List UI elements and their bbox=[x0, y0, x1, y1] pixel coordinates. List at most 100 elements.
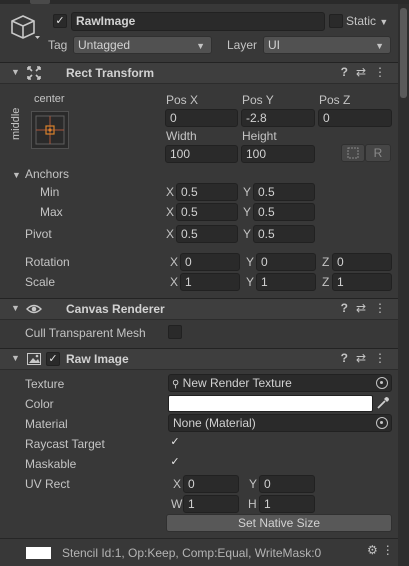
checkmark-icon: ✓ bbox=[55, 15, 65, 27]
chevron-down-icon: ▼ bbox=[196, 41, 205, 51]
anchor-max-x-field[interactable]: 0.5 bbox=[176, 203, 238, 221]
pivot-x-axis: X bbox=[166, 227, 175, 241]
width-field[interactable]: 100 bbox=[165, 145, 238, 163]
uv-w-axis: W bbox=[171, 497, 183, 511]
pivot-y-field[interactable]: 0.5 bbox=[253, 225, 315, 243]
anchor-max-label: Max bbox=[40, 205, 63, 219]
blueprint-mode-button[interactable] bbox=[341, 144, 365, 162]
uv-w-field[interactable]: 1 bbox=[183, 495, 239, 513]
anchor-min-y-axis: Y bbox=[243, 185, 252, 199]
pos-x-field[interactable]: 0 bbox=[165, 109, 238, 127]
rotation-label: Rotation bbox=[25, 255, 70, 269]
uv-y-field[interactable]: 0 bbox=[259, 475, 315, 493]
preset-icon[interactable]: ⇄ bbox=[356, 351, 366, 365]
context-menu-icon[interactable]: ⋮ bbox=[382, 543, 394, 557]
uv-y-axis: Y bbox=[249, 477, 258, 491]
maskable-label: Maskable bbox=[25, 457, 77, 471]
help-icon[interactable]: ? bbox=[341, 351, 348, 365]
raycast-target-checkbox[interactable]: ✓ bbox=[168, 436, 182, 450]
pos-x-label: Pos X bbox=[166, 93, 199, 107]
gameobject-icon[interactable] bbox=[10, 14, 40, 42]
set-native-size-button[interactable]: Set Native Size bbox=[166, 514, 392, 532]
material-picker-icon[interactable] bbox=[376, 417, 388, 429]
inspector-tab[interactable] bbox=[30, 0, 50, 4]
set-native-size-label: Set Native Size bbox=[237, 516, 321, 530]
anchors-label: Anchors bbox=[25, 167, 70, 181]
layer-value: UI bbox=[268, 38, 280, 52]
anchor-preset-vertical: middle bbox=[10, 107, 22, 140]
anchor-preset-button[interactable] bbox=[31, 111, 69, 149]
height-label: Height bbox=[242, 129, 277, 143]
width-label: Width bbox=[166, 129, 197, 143]
anchor-min-y-field[interactable]: 0.5 bbox=[253, 183, 315, 201]
help-icon[interactable]: ? bbox=[341, 301, 348, 315]
anchor-max-y-field[interactable]: 0.5 bbox=[253, 203, 315, 221]
anchor-min-x-field[interactable]: 0.5 bbox=[176, 183, 238, 201]
height-field[interactable]: 100 bbox=[241, 145, 315, 163]
raw-edit-label: R bbox=[373, 146, 383, 160]
active-checkbox[interactable]: ✓ bbox=[53, 14, 67, 28]
maskable-checkbox[interactable]: ✓ bbox=[168, 456, 182, 470]
pivot-y-axis: Y bbox=[243, 227, 252, 241]
anchor-max-x-axis: X bbox=[166, 205, 175, 219]
uv-x-field[interactable]: 0 bbox=[183, 475, 239, 493]
scale-x-axis: X bbox=[170, 275, 179, 289]
pos-z-field[interactable]: 0 bbox=[318, 109, 392, 127]
context-menu-icon[interactable]: ⋮ bbox=[374, 301, 386, 315]
foldout-arrow-icon[interactable]: ▼ bbox=[11, 303, 20, 313]
raw-image-enabled-checkbox[interactable]: ✓ bbox=[46, 352, 60, 366]
raw-image-header[interactable]: ▼ ✓ Raw Image ? ⇄ ⋮ bbox=[0, 348, 398, 370]
anchors-foldout-arrow-icon[interactable]: ▼ bbox=[12, 170, 21, 180]
texture-picker-icon[interactable] bbox=[376, 377, 388, 389]
uv-rect-label: UV Rect bbox=[25, 477, 70, 491]
static-dropdown[interactable]: Static ▼ bbox=[346, 14, 388, 28]
static-label: Static bbox=[346, 14, 377, 28]
material-field[interactable]: None (Material) bbox=[168, 414, 392, 432]
settings-icon[interactable]: ⚙ bbox=[367, 543, 378, 557]
pivot-x-field[interactable]: 0.5 bbox=[176, 225, 238, 243]
context-menu-icon[interactable]: ⋮ bbox=[374, 351, 386, 365]
cull-transparent-mesh-label: Cull Transparent Mesh bbox=[25, 326, 146, 340]
rect-transform-icon bbox=[27, 66, 41, 83]
raw-image-title: Raw Image bbox=[66, 352, 129, 366]
eyedropper-icon[interactable] bbox=[375, 395, 392, 412]
texture-field[interactable]: ⚲ New Render Texture bbox=[168, 374, 392, 392]
material-preview-swatch bbox=[26, 547, 51, 559]
rotation-y-field[interactable]: 0 bbox=[256, 253, 316, 271]
canvas-renderer-header[interactable]: ▼ Canvas Renderer ? ⇄ ⋮ bbox=[0, 298, 398, 320]
help-icon[interactable]: ? bbox=[341, 65, 348, 79]
scale-z-axis: Z bbox=[322, 275, 330, 289]
canvas-renderer-title: Canvas Renderer bbox=[66, 302, 165, 316]
static-checkbox[interactable] bbox=[329, 14, 343, 28]
rect-transform-title: Rect Transform bbox=[66, 66, 155, 80]
pivot-label: Pivot bbox=[25, 227, 52, 241]
scale-y-field[interactable]: 1 bbox=[256, 273, 316, 291]
uv-h-field[interactable]: 1 bbox=[259, 495, 315, 513]
preset-icon[interactable]: ⇄ bbox=[356, 65, 366, 79]
cull-transparent-mesh-checkbox[interactable] bbox=[168, 325, 182, 339]
gameobject-name-input[interactable]: RawImage bbox=[71, 12, 325, 31]
uv-x-axis: X bbox=[173, 477, 182, 491]
tag-dropdown[interactable]: Untagged ▼ bbox=[73, 36, 212, 54]
rotation-x-field[interactable]: 0 bbox=[180, 253, 240, 271]
foldout-arrow-icon[interactable]: ▼ bbox=[11, 67, 20, 77]
pos-y-label: Pos Y bbox=[242, 93, 274, 107]
image-icon bbox=[27, 353, 41, 368]
anchor-preset-horizontal: center bbox=[34, 93, 65, 105]
layer-dropdown[interactable]: UI ▼ bbox=[263, 36, 391, 54]
tag-value: Untagged bbox=[78, 38, 131, 52]
texture-label: Texture bbox=[25, 377, 65, 391]
texture-value: New Render Texture bbox=[182, 376, 292, 390]
pos-y-field[interactable]: -2.8 bbox=[241, 109, 315, 127]
scale-z-field[interactable]: 1 bbox=[332, 273, 392, 291]
scale-x-field[interactable]: 1 bbox=[180, 273, 240, 291]
material-label: Material bbox=[25, 417, 68, 431]
rotation-z-field[interactable]: 0 bbox=[332, 253, 392, 271]
rect-transform-header[interactable]: ▼ Rect Transform ? ⇄ ⋮ bbox=[0, 62, 398, 84]
raw-edit-button[interactable]: R bbox=[365, 144, 391, 162]
scrollbar-thumb[interactable] bbox=[400, 8, 407, 98]
foldout-arrow-icon[interactable]: ▼ bbox=[11, 353, 20, 363]
preset-icon[interactable]: ⇄ bbox=[356, 301, 366, 315]
context-menu-icon[interactable]: ⋮ bbox=[374, 65, 386, 79]
color-swatch[interactable] bbox=[168, 395, 373, 412]
